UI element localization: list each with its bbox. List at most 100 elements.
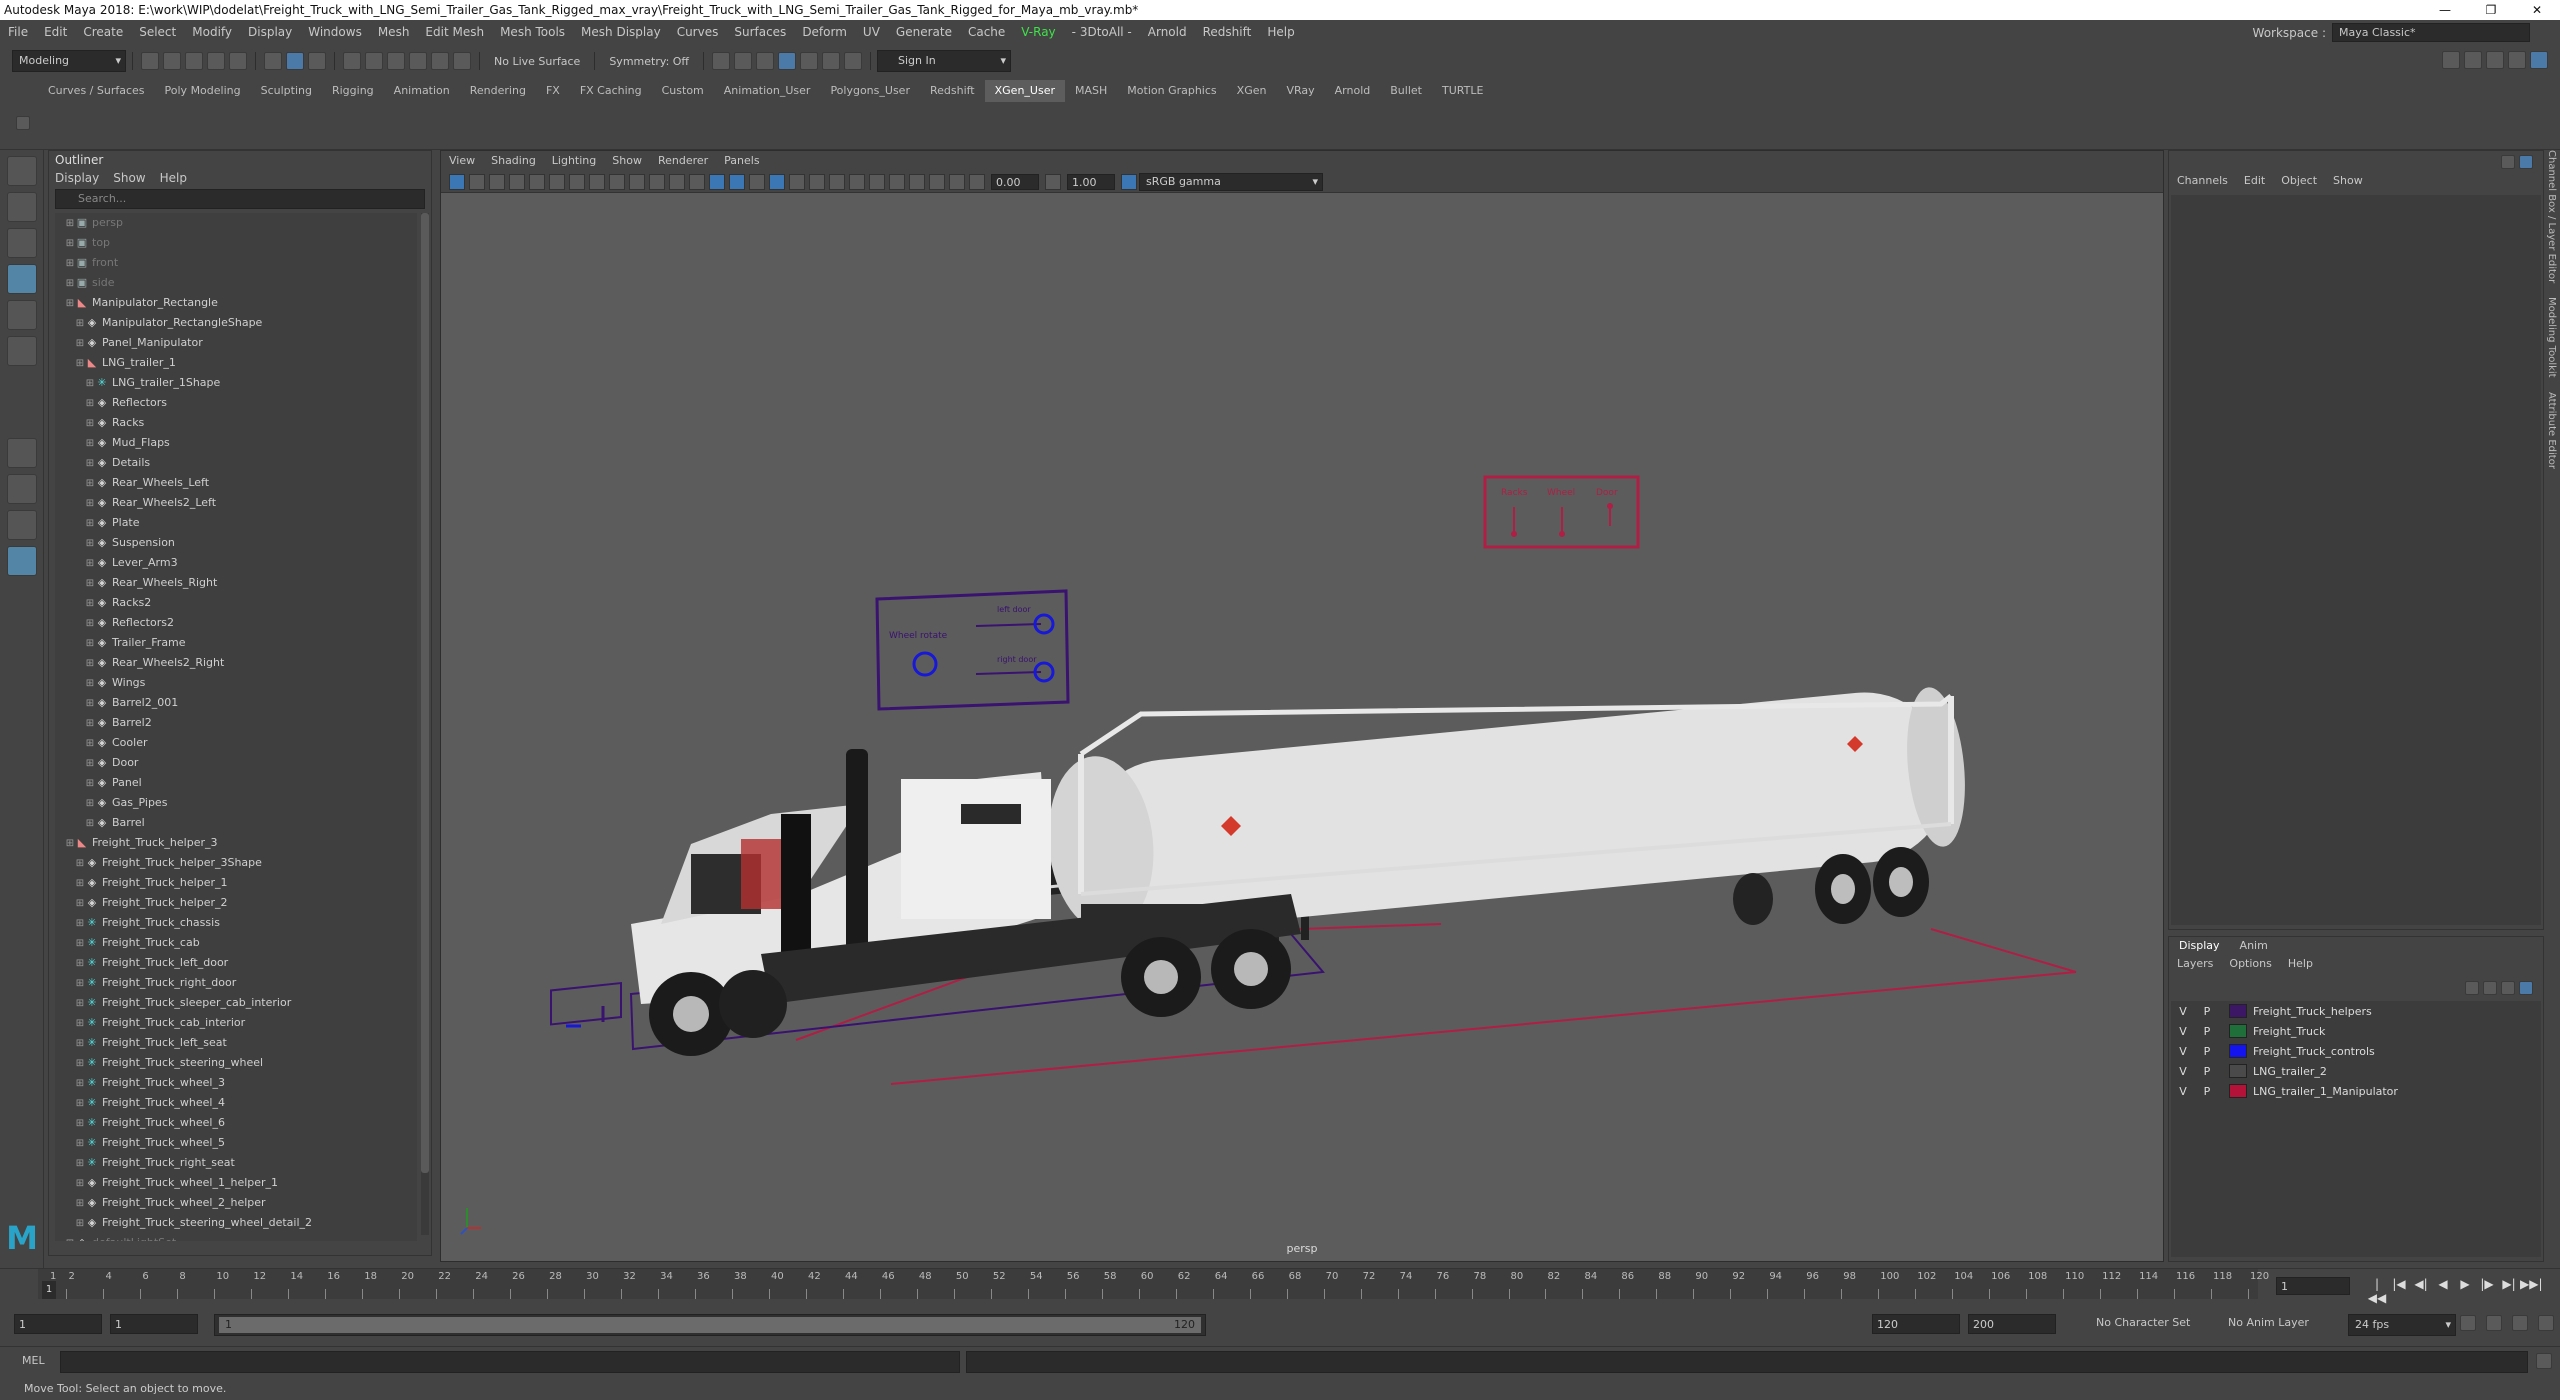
expand-toggle-icon[interactable]: ⊞ <box>75 974 85 994</box>
expand-toggle-icon[interactable]: ⊞ <box>85 494 95 514</box>
shelf-tab-poly-modeling[interactable]: Poly Modeling <box>155 80 251 102</box>
layer-playback-toggle[interactable]: P <box>2195 1045 2219 1058</box>
outliner-item[interactable]: ⊞ ◈ Racks2 <box>55 593 417 613</box>
shelf-tab-curves-surfaces[interactable]: Curves / Surfaces <box>38 80 155 102</box>
expand-toggle-icon[interactable]: ⊞ <box>75 1054 85 1074</box>
scale-tool-icon[interactable] <box>7 336 37 366</box>
layer-tab-anim[interactable]: Anim <box>2230 937 2278 955</box>
expand-toggle-icon[interactable]: ⊞ <box>85 554 95 574</box>
expand-toggle-icon[interactable]: ⊞ <box>85 614 95 634</box>
racks-control-icon[interactable] <box>1511 531 1517 537</box>
shadows-icon[interactable] <box>809 173 825 190</box>
expand-toggle-icon[interactable]: ⊞ <box>85 454 95 474</box>
layer-playback-toggle[interactable]: P <box>2195 1025 2219 1038</box>
expand-toggle-icon[interactable]: ⊞ <box>75 914 85 934</box>
snap-point-icon[interactable] <box>387 52 405 70</box>
expand-toggle-icon[interactable]: ⊞ <box>75 1114 85 1134</box>
expand-toggle-icon[interactable]: ⊞ <box>75 934 85 954</box>
expand-toggle-icon[interactable]: ⊞ <box>75 1154 85 1174</box>
open-scene-icon[interactable] <box>163 52 181 70</box>
expand-toggle-icon[interactable]: ⊞ <box>75 1134 85 1154</box>
depth-of-field-icon[interactable] <box>889 173 905 190</box>
command-input[interactable] <box>60 1351 960 1373</box>
move-tool-icon[interactable] <box>7 264 37 294</box>
layer-playback-toggle[interactable]: P <box>2195 1005 2219 1018</box>
move-layer-up-icon[interactable] <box>2465 981 2479 995</box>
outliner-item[interactable]: ⊞ ◈ Manipulator_RectangleShape <box>55 313 417 333</box>
snap-curve-icon[interactable] <box>365 52 383 70</box>
outliner-item[interactable]: ⊞ ◈ Gas_Pipes <box>55 793 417 813</box>
menu-modify[interactable]: Modify <box>192 25 232 39</box>
symmetry-dropdown[interactable]: Symmetry: Off <box>609 55 689 68</box>
new-layer-from-selection-icon[interactable] <box>2519 981 2533 995</box>
layer-color-swatch[interactable] <box>2229 1044 2247 1058</box>
snap-view-icon[interactable] <box>431 52 449 70</box>
redo-icon[interactable] <box>229 52 247 70</box>
animation-end-field[interactable]: 200 <box>1968 1314 2056 1334</box>
outliner-item[interactable]: ⊞ ✳ Freight_Truck_left_door <box>55 953 417 973</box>
isolate-select-icon[interactable] <box>909 173 925 190</box>
playback-button-7[interactable]: ▶▶| <box>2520 1277 2543 1305</box>
outliner-item[interactable]: ⊞ ◈ Freight_Truck_wheel_1_helper_1 <box>55 1173 417 1193</box>
expand-toggle-icon[interactable]: ⊞ <box>75 314 85 334</box>
outliner-item[interactable]: ⊞ ◈ Trailer_Frame <box>55 633 417 653</box>
channel-box-menu-channels[interactable]: Channels <box>2177 174 2228 187</box>
outliner-search-input[interactable]: Search... <box>55 189 425 209</box>
playback-button-6[interactable]: ▶| <box>2498 1277 2520 1305</box>
shelf-tab-polygons-user[interactable]: Polygons_User <box>820 80 920 102</box>
menu-generate[interactable]: Generate <box>896 25 952 39</box>
outliner-item[interactable]: ⊞ ◈ Reflectors2 <box>55 613 417 633</box>
outliner-item[interactable]: ⊞ ◈ Racks <box>55 413 417 433</box>
shelf-options-icon[interactable] <box>16 116 30 130</box>
side-tab-channel-box-layer-editor[interactable]: Channel Box / Layer Editor <box>2546 150 2557 283</box>
side-tab-modeling-toolkit[interactable]: Modeling Toolkit <box>2546 297 2557 378</box>
shelf-tab-custom[interactable]: Custom <box>652 80 714 102</box>
expand-toggle-icon[interactable]: ⊞ <box>65 834 75 854</box>
outliner-item[interactable]: ⊞ ✳ Freight_Truck_cab <box>55 933 417 953</box>
auto-key-icon[interactable] <box>2512 1315 2528 1331</box>
xray-joints-icon[interactable] <box>949 173 965 190</box>
channel-box-menu-edit[interactable]: Edit <box>2244 174 2265 187</box>
expand-toggle-icon[interactable]: ⊞ <box>85 474 95 494</box>
layer-color-swatch[interactable] <box>2229 1084 2247 1098</box>
outliner-item[interactable]: ⊞ ✳ Freight_Truck_right_seat <box>55 1153 417 1173</box>
door-control-icon[interactable] <box>1607 503 1613 509</box>
wireframe-icon[interactable] <box>709 173 725 190</box>
expand-toggle-icon[interactable]: ⊞ <box>75 994 85 1014</box>
outliner-item[interactable]: ⊞ ✳ Freight_Truck_wheel_5 <box>55 1133 417 1153</box>
viewport-menu-renderer[interactable]: Renderer <box>658 151 708 171</box>
sign-in-dropdown[interactable]: Sign In <box>877 50 1012 72</box>
expand-toggle-icon[interactable]: ⊞ <box>85 534 95 554</box>
film-gate-icon[interactable] <box>589 173 605 190</box>
expand-toggle-icon[interactable]: ⊞ <box>75 1074 85 1094</box>
default-material-icon[interactable] <box>749 173 765 190</box>
expand-toggle-icon[interactable]: ⊞ <box>85 574 95 594</box>
menu-help[interactable]: Help <box>1267 25 1294 39</box>
expand-toggle-icon[interactable]: ⊞ <box>85 774 95 794</box>
layer-row[interactable]: V P Freight_Truck_controls <box>2171 1041 2541 1061</box>
shelf-tab-fx-caching[interactable]: FX Caching <box>570 80 652 102</box>
new-layer-icon[interactable] <box>2501 981 2515 995</box>
expand-toggle-icon[interactable]: ⊞ <box>85 654 95 674</box>
rotate-tool-icon[interactable] <box>7 300 37 330</box>
expand-toggle-icon[interactable]: ⊞ <box>85 414 95 434</box>
expand-toggle-icon[interactable]: ⊞ <box>65 254 75 274</box>
outliner-item[interactable]: ⊞ ◈ Mud_Flaps <box>55 433 417 453</box>
menu-edit-mesh[interactable]: Edit Mesh <box>425 25 484 39</box>
expand-toggle-icon[interactable]: ⊞ <box>65 234 75 254</box>
side-tab-attribute-editor[interactable]: Attribute Editor <box>2546 392 2557 469</box>
shelf-tab-bullet[interactable]: Bullet <box>1380 80 1432 102</box>
playback-button-3[interactable]: ◀ <box>2432 1277 2454 1305</box>
sound-icon[interactable] <box>2486 1315 2502 1331</box>
menu-cache[interactable]: Cache <box>968 25 1005 39</box>
channel-box-toggle-icon[interactable] <box>2519 155 2533 169</box>
expand-toggle-icon[interactable]: ⊞ <box>75 954 85 974</box>
playback-button-4[interactable]: ▶ <box>2454 1277 2476 1305</box>
playback-button-0[interactable]: |◀◀ <box>2366 1277 2388 1305</box>
menu-uv[interactable]: UV <box>863 25 880 39</box>
expand-toggle-icon[interactable]: ⊞ <box>75 894 85 914</box>
render-frame-icon[interactable] <box>734 52 753 70</box>
use-all-lights-icon[interactable] <box>789 173 805 190</box>
modeling-toolkit-icon[interactable] <box>2442 51 2460 69</box>
fps-dropdown[interactable]: 24 fps <box>2348 1314 2456 1336</box>
